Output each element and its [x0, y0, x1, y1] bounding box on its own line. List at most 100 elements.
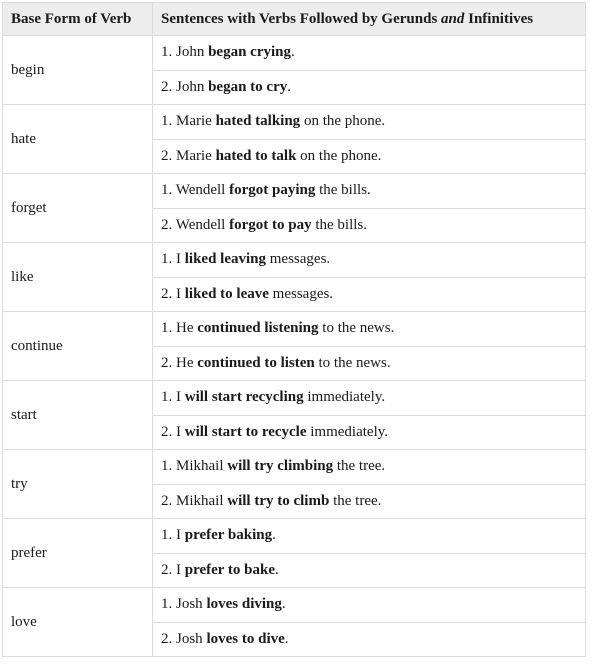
sentence-cell: 2. I prefer to bake. — [152, 552, 586, 588]
sentence-number: 1. — [161, 458, 173, 475]
sentence-subject: Marie — [176, 113, 216, 130]
sentence-verb-phrase: hated talking — [215, 113, 301, 130]
gerund-infinitive-table: Base Form of Verb Sentences with Verbs F… — [2, 2, 586, 657]
sentence-number: 2. — [161, 147, 173, 164]
sentence-verb-phrase: prefer to bake — [184, 561, 276, 578]
sentence-subject: Wendell — [175, 216, 230, 233]
sentence-rest: the tree. — [329, 492, 382, 509]
verb-cell: love — [2, 587, 153, 657]
sentence-cell: 2. Wendell forgot to pay the bills. — [152, 207, 586, 243]
sentence-cell: 1. Marie hated talking on the phone. — [152, 104, 586, 140]
sentence-rest: immediately. — [303, 389, 386, 406]
sentence-subject: I — [176, 285, 185, 302]
sentence-rest: the tree. — [333, 458, 386, 475]
table-row: start 1. I will start recycling immediate… — [2, 380, 586, 450]
sentence-rest: . — [287, 78, 291, 95]
sentence-rest: . — [291, 44, 295, 61]
sentence-rest: . — [272, 527, 276, 544]
sentence-verb-phrase: loves to dive — [206, 630, 285, 647]
sentence-number: 2. — [161, 423, 173, 440]
sentence-verb-phrase: began crying — [208, 44, 292, 61]
sentence-cell: 2. I will start to recycle immediately. — [152, 414, 586, 450]
header-sentences: Sentences with Verbs Followed by Gerunds… — [152, 2, 586, 36]
sentence-verb-phrase: forgot to pay — [229, 216, 312, 233]
sentence-rest: . — [275, 561, 279, 578]
sentence-rest: to the news. — [318, 320, 395, 337]
sentence-subject: John — [176, 44, 209, 61]
sentence-rest: the bills. — [311, 216, 368, 233]
sentence-number: 1. — [161, 182, 173, 199]
sentence-cell: 1. Josh loves diving. — [152, 587, 586, 623]
sentence-rest: the bills. — [315, 182, 371, 199]
sentence-cell: 1. I prefer baking. — [152, 518, 586, 554]
table-row: hate 1. Marie hated talking on the phone. — [2, 104, 586, 174]
sentence-subject: Josh — [176, 630, 207, 647]
verb-cell: like — [2, 242, 153, 312]
table-row: try 1. Mikhail will try climbing the tree… — [2, 449, 586, 519]
sentence-number: 1. — [161, 44, 173, 61]
sentence-verb-phrase: loves diving — [206, 596, 282, 613]
sentence-subject: Mikhail — [176, 492, 228, 509]
sentence-subject: I — [176, 561, 185, 578]
table-header: Base Form of Verb Sentences with Verbs F… — [2, 2, 586, 36]
sentence-cell: 2. He continued to listen to the news. — [152, 345, 586, 381]
verb-cell: begin — [2, 35, 153, 105]
sentence-subject: I — [176, 389, 185, 406]
sentence-cell: 2. Marie hated to talk on the phone. — [152, 138, 586, 174]
header-sentences-text: Sentences with Verbs Followed by Gerunds — [161, 10, 442, 27]
sentence-number: 1. — [161, 596, 173, 613]
sentence-number: 2. — [161, 216, 173, 233]
header-sentences-italic: and — [441, 10, 465, 27]
verb-cell: hate — [2, 104, 153, 174]
sentence-subject: Mikhail — [176, 458, 228, 475]
sentence-subject: I — [176, 423, 185, 440]
verb-cell: prefer — [2, 518, 153, 588]
sentence-number: 1. — [161, 527, 173, 544]
table-row: like 1. I liked leaving messages. — [2, 242, 586, 312]
sentence-verb-phrase: liked leaving — [184, 251, 267, 268]
sentence-cell: 2. I liked to leave messages. — [152, 276, 586, 312]
sentence-subject: Wendell — [175, 182, 230, 199]
sentence-rest: . — [281, 596, 286, 613]
sentence-number: 2. — [161, 354, 173, 371]
sentence-rest: messages. — [266, 251, 331, 268]
sentence-verb-phrase: hated to talk — [215, 147, 297, 164]
sentence-verb-phrase: will start to recycle — [184, 423, 307, 440]
verb-cell: try — [2, 449, 153, 519]
sentence-verb-phrase: continued to listen — [197, 354, 315, 371]
table-row: prefer 1. I prefer baking. — [2, 518, 586, 588]
sentence-verb-phrase: prefer baking — [184, 527, 273, 544]
sentence-cell: 2. John began to cry. — [152, 69, 586, 105]
sentence-number: 1. — [161, 113, 173, 130]
sentence-subject: He — [176, 320, 198, 337]
sentence-verb-phrase: will try climbing — [227, 458, 334, 475]
header-row: Base Form of Verb Sentences with Verbs F… — [2, 2, 586, 36]
table-row: begin 1. John began crying. — [2, 35, 586, 105]
sentence-subject: I — [176, 251, 185, 268]
sentence-cell: 1. He continued listening to the news. — [152, 311, 586, 347]
verb-cell: forget — [2, 173, 153, 243]
sentence-verb-phrase: began to cry — [208, 78, 288, 95]
sentence-number: 2. — [161, 285, 173, 302]
sentence-rest: messages. — [268, 285, 334, 302]
sentence-number: 1. — [161, 251, 173, 268]
sentence-cell: 2. Josh loves to dive. — [152, 621, 586, 657]
table-row: continue 1. He continued listening to the… — [2, 311, 586, 381]
header-sentences-text-end: Infinitives — [464, 10, 534, 27]
sentence-number: 1. — [161, 389, 173, 406]
sentence-cell: 1. I will start recycling immediately. — [152, 380, 586, 416]
verb-cell: continue — [2, 311, 153, 381]
sentence-cell: 1. I liked leaving messages. — [152, 242, 586, 278]
sentence-rest: immediately. — [306, 423, 389, 440]
table-body: begin 1. John began crying. 2. John began … — [2, 35, 586, 657]
sentence-subject: John — [176, 78, 209, 95]
sentence-subject: He — [176, 354, 198, 371]
sentence-verb-phrase: will try to climb — [227, 492, 330, 509]
sentence-verb-phrase: continued listening — [197, 320, 319, 337]
sentence-subject: Marie — [176, 147, 216, 164]
sentence-subject: Josh — [176, 596, 207, 613]
sentence-cell: 1. Mikhail will try climbing the tree. — [152, 449, 586, 485]
table-row: forget 1. Wendell forgot paying the bills… — [2, 173, 586, 243]
sentence-cell: 2. Mikhail will try to climb the tree. — [152, 483, 586, 519]
sentence-rest: to the news. — [314, 354, 391, 371]
